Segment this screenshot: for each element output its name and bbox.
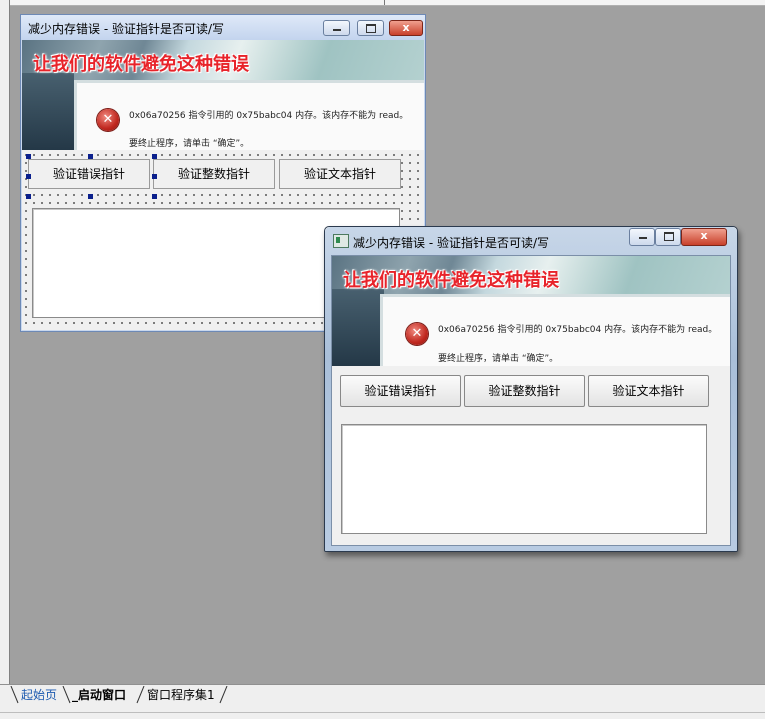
selection-handle[interactable] [152, 154, 157, 159]
status-divider [0, 712, 765, 713]
tab-separator [10, 686, 20, 704]
selection-handle[interactable] [152, 194, 157, 199]
close-icon: x [700, 229, 708, 242]
verify-int-pointer-button[interactable]: 验证整数指针 [464, 375, 585, 407]
selection-handle[interactable] [88, 194, 93, 199]
verify-text-pointer-button[interactable]: 验证文本指针 [279, 159, 401, 189]
designer-banner-image: 让我们的软件避免这种错误 ✕ 0x06a70256 指令引用的 0x75babc… [22, 40, 424, 150]
preview-maximize-button[interactable] [655, 228, 681, 246]
banner-shadow [332, 289, 384, 366]
verify-int-pointer-button[interactable]: 验证整数指针 [153, 159, 275, 189]
preview-banner-image: 让我们的软件避免这种错误 ✕ 0x06a70256 指令引用的 0x75babc… [332, 256, 730, 366]
selection-handle[interactable] [26, 154, 31, 159]
verify-text-pointer-button[interactable]: 验证文本指针 [588, 375, 709, 407]
tab-window-assembly[interactable]: 窗口程序集1 [147, 686, 215, 704]
selection-handle[interactable] [88, 154, 93, 159]
tab-start-page[interactable]: 起始页 [21, 686, 57, 704]
error-x-icon: ✕ [406, 323, 428, 345]
designer-title-bar[interactable]: 减少内存错误 - 验证指针是否可读/写 x [21, 15, 425, 40]
banner-title: 让我们的软件避免这种错误 [33, 54, 249, 75]
selection-handle[interactable] [152, 174, 157, 179]
app-icon [333, 234, 349, 248]
close-button[interactable]: x [389, 20, 423, 36]
error-message-line2: 要终止程序，请单击 “确定”。 [129, 139, 250, 149]
tab-separator [136, 686, 146, 704]
verify-error-pointer-button[interactable]: 验证错误指针 [28, 159, 150, 189]
minimize-button[interactable] [323, 20, 350, 36]
maximize-button[interactable] [357, 20, 384, 36]
minimize-icon [630, 229, 654, 245]
preview-textbox[interactable] [341, 424, 707, 534]
preview-window[interactable]: 减少内存错误 - 验证指针是否可读/写 x 让我们的软件避免这种错误 ✕ 0x0… [324, 226, 738, 552]
error-message-line1: 0x06a70256 指令引用的 0x75babc04 内存。该内存不能为 re… [129, 111, 409, 121]
ide-top-ruler [0, 0, 765, 6]
designer-window-title: 减少内存错误 - 验证指针是否可读/写 [28, 22, 225, 36]
preview-close-button[interactable]: x [681, 228, 727, 246]
error-message-line1: 0x06a70256 指令引用的 0x75babc04 内存。该内存不能为 re… [438, 325, 718, 335]
banner-shadow [22, 73, 74, 150]
verify-error-pointer-button[interactable]: 验证错误指针 [340, 375, 461, 407]
error-message-line2: 要终止程序，请单击 “确定”。 [438, 354, 559, 364]
selection-handle[interactable] [26, 194, 31, 199]
maximize-icon [358, 21, 383, 35]
tab-startup-window[interactable]: _启动窗口 [72, 686, 126, 704]
banner-title: 让我们的软件避免这种错误 [343, 270, 559, 291]
tab-separator [62, 686, 72, 704]
ide-left-gutter [0, 0, 10, 684]
editor-tab-bar: 起始页 _启动窗口 窗口程序集1 [0, 684, 765, 719]
preview-window-title: 减少内存错误 - 验证指针是否可读/写 [353, 236, 550, 250]
preview-client-area: 让我们的软件避免这种错误 ✕ 0x06a70256 指令引用的 0x75babc… [331, 255, 731, 546]
maximize-icon [656, 229, 680, 245]
ruler-tick [384, 0, 385, 5]
close-icon: x [402, 21, 410, 34]
error-x-icon: ✕ [97, 109, 119, 131]
minimize-icon [324, 21, 349, 35]
selection-handle[interactable] [26, 174, 31, 179]
preview-minimize-button[interactable] [629, 228, 655, 246]
tab-separator [219, 686, 229, 704]
